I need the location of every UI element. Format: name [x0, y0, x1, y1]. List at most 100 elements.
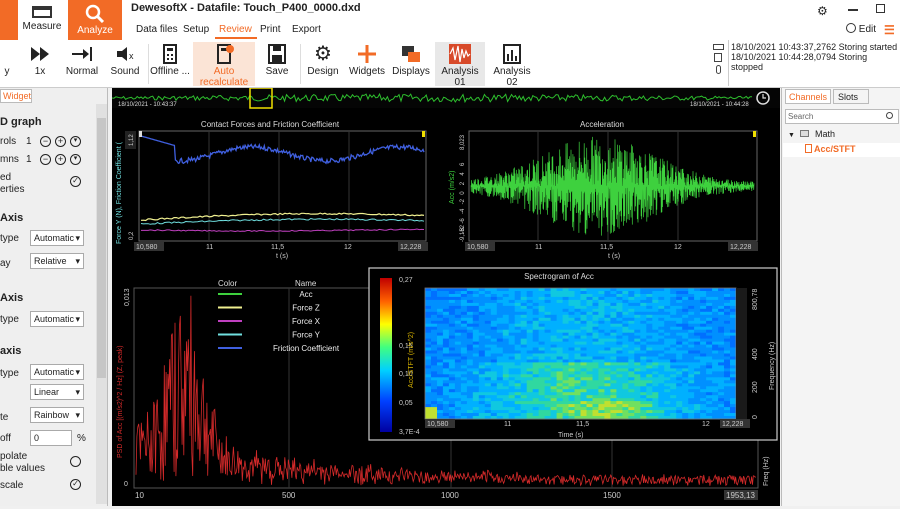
spectrogram-cell	[670, 344, 677, 348]
y-tick-label: 4	[460, 172, 466, 176]
spectrogram-cell	[514, 392, 522, 396]
spectrogram-widget[interactable]: Spectrogram of Acc 0,27 0,15 0,10 0,05 3…	[368, 267, 778, 441]
design-button[interactable]: ⚙ Design	[305, 42, 341, 86]
menu-data-files[interactable]: Data files	[136, 24, 178, 35]
tab-widget[interactable]: Widget	[0, 89, 32, 103]
minimize-icon[interactable]	[848, 9, 858, 11]
checkbox-checked-icon[interactable]: ✓	[70, 176, 81, 187]
speed-button[interactable]: 1x	[22, 42, 58, 86]
display-canvas[interactable]: 18/10/2021 - 10:43:37 18/10/2021 - 10:44…	[111, 87, 780, 506]
chevron-down-icon[interactable]: ▾	[70, 154, 81, 165]
checkbox-checked-icon[interactable]: ✓	[70, 479, 81, 490]
minus-icon[interactable]: −	[40, 136, 51, 147]
spectrogram-cell	[520, 332, 528, 337]
scrollbar-thumb[interactable]	[97, 118, 106, 378]
spectrogram-cell	[652, 308, 659, 313]
play-button[interactable]: y	[0, 42, 14, 86]
spectrogram-cell	[502, 392, 510, 396]
cursor-right[interactable]	[753, 131, 756, 137]
spectrogram-cell	[472, 407, 480, 411]
tab-slots[interactable]: Slots	[833, 89, 869, 104]
spectrogram-cell	[694, 359, 701, 363]
spectrogram-cell	[604, 353, 611, 357]
display-select[interactable]: Relative ▾	[30, 253, 84, 269]
sound-button[interactable]: x Sound	[106, 42, 144, 86]
analysis-01-button[interactable]: Analysis 01	[435, 42, 485, 88]
cursor-right[interactable]	[422, 131, 425, 137]
save-button[interactable]: Save	[260, 42, 294, 86]
mode-measure-button[interactable]: Measure	[18, 0, 66, 40]
spectrogram-cell	[604, 404, 611, 408]
channel-acc-stft[interactable]: Acc/STFT	[783, 143, 900, 157]
offset-input[interactable]: 0	[30, 430, 72, 446]
spectrogram-cell	[724, 338, 731, 342]
spectrogram-cell	[437, 407, 444, 411]
radio-icon[interactable]	[70, 456, 81, 467]
y-axis-type-select[interactable]: Automatic ▾	[30, 311, 84, 327]
spectrogram-cell	[592, 329, 599, 334]
spectrogram-cell	[437, 404, 444, 408]
spectrogram-cell	[700, 404, 707, 408]
offline-button[interactable]: Offline ...	[150, 42, 190, 86]
restore-icon[interactable]	[876, 4, 885, 13]
keyboard-icon[interactable]	[712, 44, 724, 50]
notes-icon[interactable]	[714, 53, 722, 62]
plus-icon[interactable]: +	[55, 136, 66, 147]
recorder-acceleration[interactable]: Acceleration 8,023 6420-2-4-6-8 -9,152 A…	[449, 120, 758, 260]
palette-select[interactable]: Rainbow ▾	[30, 407, 84, 423]
spectrogram-cell	[724, 347, 731, 351]
gear-icon[interactable]: ⚙	[817, 4, 828, 18]
spectrogram-cell	[454, 296, 462, 301]
spectrogram-cell	[520, 398, 528, 402]
overview-strip[interactable]: 18/10/2021 - 10:43:37 18/10/2021 - 10:44…	[111, 87, 780, 109]
scale-select[interactable]: Linear ▾	[30, 384, 84, 400]
spectrogram-cell	[700, 326, 707, 331]
spectrogram-cell	[610, 413, 617, 417]
recorder-forces[interactable]: Contact Forces and Friction Coefficient …	[116, 120, 428, 260]
menu-setup[interactable]: Setup	[183, 24, 209, 35]
spectrogram-cell	[466, 365, 474, 369]
cursor-left[interactable]	[139, 131, 142, 137]
spectrogram-cell	[604, 338, 611, 342]
displays-button[interactable]: Displays	[392, 42, 430, 86]
spectrogram-cell	[670, 410, 677, 414]
analysis-02-button[interactable]: Analysis 02	[489, 42, 535, 88]
spectrogram-cell	[694, 404, 701, 408]
spectrogram-cell	[586, 341, 593, 345]
tree-group-math[interactable]: ▼ Math	[788, 129, 835, 139]
axis-type-select[interactable]: Automatic ▾	[30, 230, 84, 246]
spectrogram-cell	[724, 353, 731, 357]
spectrogram-cell	[712, 368, 719, 372]
spectrogram-cell	[622, 329, 629, 334]
spectrogram-cell	[664, 329, 671, 334]
widgets-button[interactable]: Widgets	[347, 42, 387, 86]
menu-export[interactable]: Export	[292, 24, 321, 35]
search-input[interactable]: Search	[785, 109, 899, 124]
scrollbar[interactable]	[96, 104, 107, 504]
spectrogram-cell	[706, 332, 713, 337]
menu-review[interactable]: Review	[219, 24, 252, 35]
colorbar-tick: 3,7E-4	[399, 429, 420, 436]
spectrogram-cell	[730, 332, 737, 337]
chevron-down-icon[interactable]: ▾	[70, 136, 81, 147]
spectrogram-cell	[556, 314, 563, 319]
microphone-icon[interactable]	[715, 65, 721, 74]
z-axis-type-select[interactable]: Automatic ▾	[30, 364, 84, 380]
spectrogram-cell	[580, 305, 587, 310]
spectrogram-cell	[466, 326, 474, 331]
spectrogram-cell	[700, 311, 707, 316]
plus-icon[interactable]: +	[55, 154, 66, 165]
auto-recalculate-button[interactable]: Auto recalculate	[193, 42, 255, 88]
tab-channels[interactable]: Channels	[785, 89, 831, 104]
hamburger-icon[interactable]: ☰	[884, 23, 895, 37]
menu-print[interactable]: Print	[260, 24, 281, 35]
spectrogram-cell	[580, 410, 587, 414]
mode-analyze-button[interactable]: Analyze	[68, 0, 122, 40]
edit-button[interactable]: Edit	[846, 23, 876, 35]
spectrogram-cell	[532, 347, 540, 351]
spectrogram-cell	[556, 344, 563, 348]
minus-icon[interactable]: −	[40, 154, 51, 165]
spectrogram-cell	[466, 299, 474, 304]
normal-button[interactable]: Normal	[62, 42, 102, 86]
spectrogram-cell	[592, 332, 599, 337]
